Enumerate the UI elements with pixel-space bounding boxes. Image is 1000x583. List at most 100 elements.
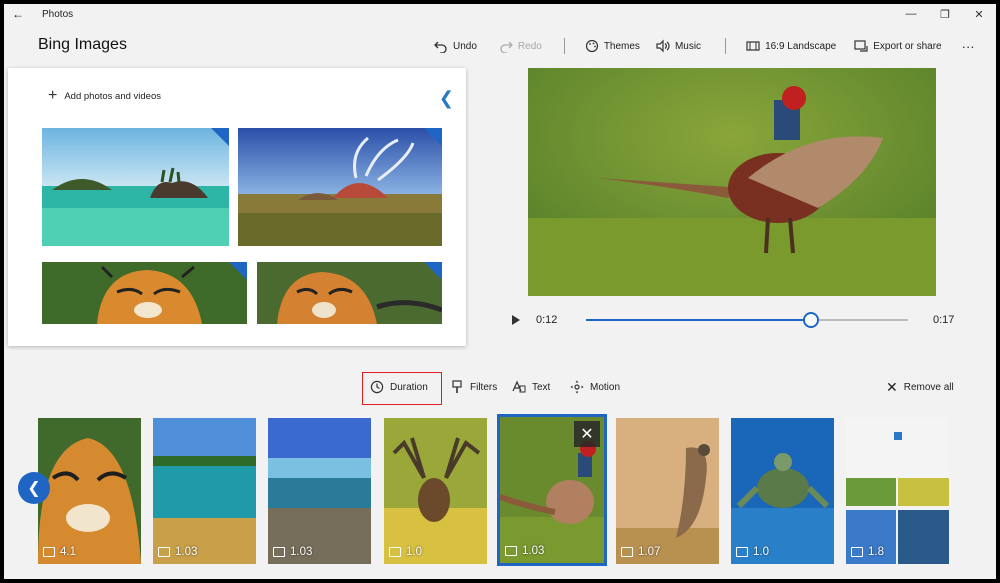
motion-icon <box>570 380 584 394</box>
clip-duration: 1.03 <box>175 546 198 558</box>
redo-label: Redo <box>517 40 542 52</box>
text-button[interactable]: Text <box>512 378 550 396</box>
library-photo[interactable] <box>257 262 442 324</box>
motion-button[interactable]: Motion <box>570 378 620 396</box>
redo-icon <box>500 41 513 53</box>
storyboard-card[interactable]: 1.07 <box>616 418 719 564</box>
bird-thumbnail <box>616 418 719 564</box>
duration-label: Duration <box>390 381 428 393</box>
speaker-icon <box>656 39 670 53</box>
brush-icon <box>452 380 462 393</box>
video-preview[interactable] <box>528 68 936 296</box>
duration-button[interactable]: Duration <box>370 378 428 396</box>
duration-badge: 1.0 <box>736 546 769 558</box>
storyboard-card[interactable]: 1.8 <box>846 418 949 564</box>
clip-duration: 4.1 <box>60 546 76 558</box>
duration-badge: 1.03 <box>505 545 544 557</box>
storyboard-card[interactable]: 1.03 <box>153 418 256 564</box>
selected-corner-marker <box>229 262 247 280</box>
undo-label: Undo <box>453 40 477 52</box>
app-header: Bing Images Undo Redo Themes Music 16:9 … <box>4 24 996 68</box>
remove-all-button[interactable]: ✕ Remove all <box>886 378 954 396</box>
music-label: Music <box>674 40 702 52</box>
export-button[interactable]: Export or share <box>854 36 942 56</box>
chevron-left-icon: ❮ <box>27 480 41 497</box>
project-title: Bing Images <box>38 36 127 53</box>
close-window-icon[interactable]: ✕ <box>962 4 996 24</box>
seek-bar-progress <box>586 319 812 321</box>
back-arrow-icon[interactable]: ← <box>4 4 32 24</box>
storyboard-card[interactable]: 4.1 <box>38 418 141 564</box>
filters-label: Filters <box>470 381 498 393</box>
image-icon <box>43 547 55 557</box>
tiger-thumbnail <box>38 418 141 564</box>
image-icon <box>505 546 517 556</box>
library-photo[interactable] <box>42 128 229 246</box>
seek-thumb[interactable] <box>803 312 820 328</box>
duration-badge: 1.03 <box>273 546 312 558</box>
aspect-ratio-label: 16:9 Landscape <box>765 40 837 52</box>
tiger-photo <box>42 262 247 324</box>
plus-icon: + <box>48 87 58 104</box>
selected-corner-marker <box>424 262 442 280</box>
selected-corner-marker <box>424 128 442 146</box>
filters-button[interactable]: Filters <box>450 378 497 396</box>
themes-label: Themes <box>603 40 640 52</box>
remove-all-label: Remove all <box>903 381 954 393</box>
clip-duration: 1.0 <box>406 546 422 558</box>
duration-badge: 1.07 <box>621 546 660 558</box>
image-icon <box>621 547 633 557</box>
redo-button[interactable]: Redo <box>499 36 542 56</box>
text-label: Text <box>532 381 551 393</box>
library-photo[interactable] <box>42 262 247 324</box>
motion-label: Motion <box>590 381 621 393</box>
storyboard-card-selected[interactable]: ✕ 1.03 <box>497 414 607 566</box>
project-library-panel: + Add photos and videos ❮ <box>8 68 466 346</box>
export-label: Export or share <box>873 40 942 52</box>
image-icon <box>273 547 285 557</box>
toolbar-divider <box>563 38 565 54</box>
clip-duration: 1.07 <box>638 546 661 558</box>
play-icon[interactable] <box>512 315 520 325</box>
seek-bar[interactable] <box>586 312 908 328</box>
geyser-photo <box>238 128 442 246</box>
toolbar-divider <box>725 38 727 54</box>
scroll-left-button[interactable]: ❮ <box>18 472 50 504</box>
restore-icon[interactable]: ❐ <box>928 4 962 24</box>
music-button[interactable]: Music <box>656 36 701 56</box>
duration-badge: 1.0 <box>389 546 422 558</box>
minimize-icon[interactable]: — <box>894 4 928 24</box>
library-photo[interactable] <box>238 128 442 246</box>
themes-button[interactable]: Themes <box>585 36 640 56</box>
storyboard-strip: 4.1 1.03 1.03 1.0 ✕ 1.03 1.07 1.0 1.8 <box>4 414 996 566</box>
storyboard-card[interactable]: 1.03 <box>268 418 371 564</box>
image-icon <box>158 547 170 557</box>
undo-button[interactable]: Undo <box>434 36 477 56</box>
more-options-button[interactable]: ··· <box>962 36 975 56</box>
clip-duration: 1.8 <box>868 546 884 558</box>
export-icon <box>854 40 868 52</box>
collage-thumbnail <box>846 418 949 564</box>
tiger-photo <box>257 262 442 324</box>
duration-badge: 1.03 <box>158 546 197 558</box>
deer-thumbnail <box>384 418 487 564</box>
clock-icon <box>370 380 384 394</box>
reef-thumbnail <box>153 418 256 564</box>
clip-duration: 1.03 <box>522 545 545 557</box>
close-icon: ✕ <box>886 378 898 395</box>
photos-window: ← Photos — ❐ ✕ Bing Images Undo Redo The… <box>4 4 996 579</box>
current-time: 0:12 <box>536 314 558 326</box>
image-icon <box>389 547 401 557</box>
end-time: 0:17 <box>933 314 955 326</box>
add-photos-button[interactable]: + Add photos and videos <box>48 87 161 104</box>
chevron-left-icon[interactable]: ❮ <box>439 88 454 109</box>
image-icon <box>736 547 748 557</box>
remove-clip-button[interactable]: ✕ <box>574 421 600 447</box>
storyboard-card[interactable]: 1.0 <box>384 418 487 564</box>
pheasant-photo <box>528 68 936 296</box>
island-photo <box>42 128 229 246</box>
text-icon <box>512 380 526 393</box>
storyboard-card[interactable]: 1.0 <box>731 418 834 564</box>
aspect-ratio-button[interactable]: 16:9 Landscape <box>746 36 836 56</box>
undo-icon <box>434 41 447 53</box>
